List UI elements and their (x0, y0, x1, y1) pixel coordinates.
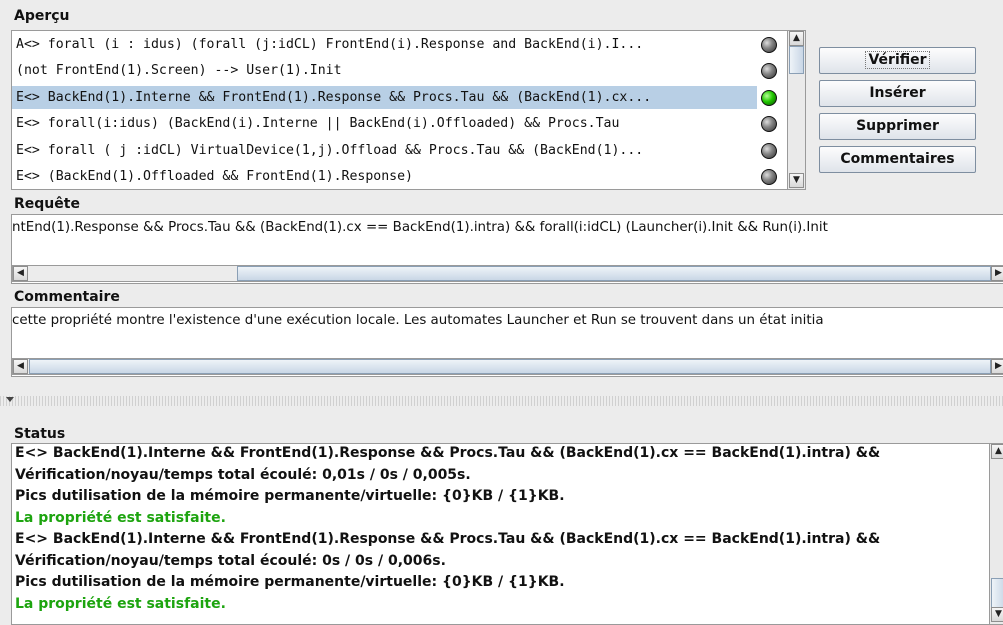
query-list-scrollbar[interactable]: ▲ ▼ (787, 31, 805, 189)
commentaire-textarea[interactable]: cette propriété montre l'existence d'une… (11, 307, 1003, 377)
requete-textarea[interactable]: ntEnd(1).Response && Procs.Tau && (BackE… (11, 214, 1003, 284)
status-bulb-icon (761, 37, 777, 53)
status-scrollbar[interactable]: ▲ ▼ (989, 444, 1003, 624)
status-scroll-thumb[interactable] (991, 578, 1003, 608)
query-text: E<> forall(i:idus) (BackEnd(i).Interne |… (16, 116, 620, 132)
query-list-item[interactable]: (not FrontEnd(1).Screen) --> User(1).Ini… (12, 59, 757, 82)
scroll-right-arrow-icon[interactable]: ▶ (991, 359, 1003, 374)
requete-label: Requête (14, 196, 80, 212)
query-list-item[interactable]: E<> (BackEnd(1).Offloaded && FrontEnd(1)… (12, 165, 757, 188)
query-text: E<> BackEnd(1).Interne && FrontEnd(1).Re… (16, 89, 652, 105)
status-line: Vérification/noyau/temps total écoulé: 0… (15, 466, 471, 483)
scroll-down-arrow-icon[interactable]: ▼ (789, 173, 804, 188)
scroll-up-arrow-icon[interactable]: ▲ (991, 444, 1003, 459)
collapse-arrow-icon[interactable] (6, 397, 14, 402)
status-line: E<> BackEnd(1).Interne && FrontEnd(1).Re… (15, 531, 881, 547)
commentaire-scroll-thumb[interactable] (29, 359, 991, 374)
status-line: Pics dutilisation de la mémoire permanen… (15, 488, 565, 504)
scroll-left-arrow-icon[interactable]: ◀ (13, 266, 28, 281)
commentaire-hscrollbar[interactable]: ◀ ▶ (12, 358, 1003, 375)
status-success-line: La propriété est satisfaite. (15, 509, 226, 526)
scroll-up-arrow-icon[interactable]: ▲ (789, 31, 804, 46)
query-text: E<> forall ( j :idCL) VirtualDevice(1,j)… (16, 142, 644, 158)
query-text: (not FrontEnd(1).Screen) --> User(1).Ini… (16, 63, 342, 79)
commentaire-label: Commentaire (14, 289, 120, 305)
apercu-label: Aperçu (14, 8, 70, 24)
status-bulb-icon (761, 63, 777, 80)
query-list-item[interactable]: E<> forall ( j :idCL) VirtualDevice(1,j)… (12, 139, 757, 162)
scroll-right-arrow-icon[interactable]: ▶ (991, 266, 1003, 281)
query-list-item[interactable]: E<> forall(i:idus) (BackEnd(i).Interne |… (12, 112, 757, 135)
verifier-button[interactable]: Vérifier (819, 47, 976, 74)
scroll-down-arrow-icon[interactable]: ▼ (991, 607, 1003, 622)
inserer-button[interactable]: Insérer (819, 80, 976, 107)
status-textarea[interactable]: E<> BackEnd(1).Interne && FrontEnd(1).Re… (11, 443, 1003, 625)
requete-hscrollbar[interactable]: ◀ ▶ (12, 265, 1003, 282)
query-list-item[interactable]: A<> forall (i : idus) (forall (j:idCL) F… (12, 33, 757, 56)
query-text: A<> forall (i : idus) (forall (j:idCL) F… (16, 37, 644, 52)
requete-scroll-thumb[interactable] (237, 266, 991, 281)
status-success-line: La propriété est satisfaite. (15, 595, 226, 612)
commentaire-text: cette propriété montre l'existence d'une… (12, 313, 824, 328)
split-pane-divider[interactable] (0, 396, 1003, 406)
status-label: Status (14, 426, 66, 442)
scroll-left-arrow-icon[interactable]: ◀ (13, 359, 28, 374)
status-line: Vérification/noyau/temps total écoulé: 0… (15, 552, 446, 569)
supprimer-button[interactable]: Supprimer (819, 113, 976, 140)
query-list-item[interactable]: E<> BackEnd(1).Interne && FrontEnd(1).Re… (12, 85, 757, 109)
status-line: Pics dutilisation de la mémoire permanen… (15, 574, 565, 590)
status-bulb-icon (761, 116, 777, 133)
commentaires-button[interactable]: Commentaires (819, 146, 976, 173)
status-bulb-icon (761, 142, 777, 159)
status-bulb-icon (761, 89, 777, 106)
query-list[interactable]: A<> forall (i : idus) (forall (j:idCL) F… (11, 30, 806, 190)
status-bulb-icon (761, 169, 777, 185)
query-text: E<> (BackEnd(1).Offloaded && FrontEnd(1)… (16, 169, 413, 184)
scroll-thumb[interactable] (789, 46, 804, 74)
verifier-button-label: Vérifier (865, 51, 930, 69)
requete-text: ntEnd(1).Response && Procs.Tau && (BackE… (12, 220, 828, 235)
